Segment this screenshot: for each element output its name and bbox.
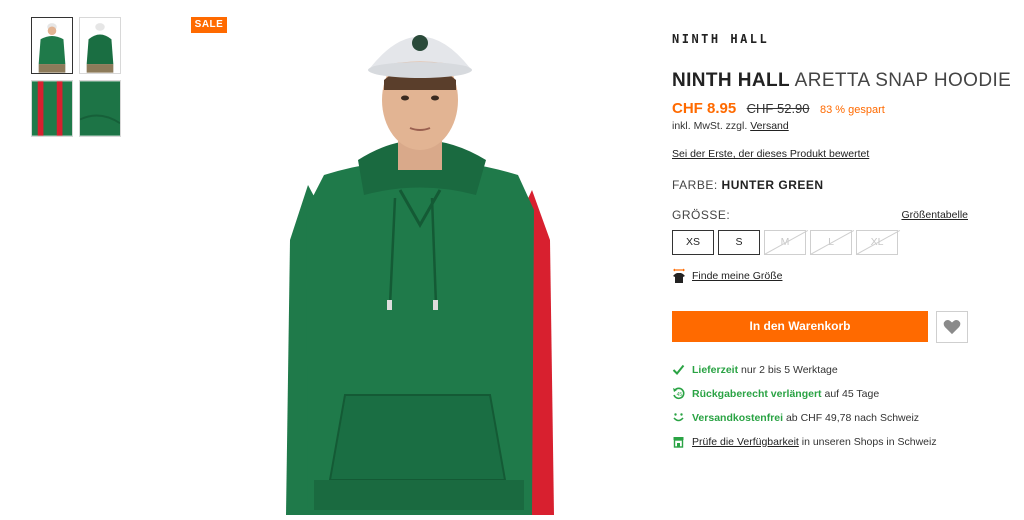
thumbnail-front-view[interactable] xyxy=(31,17,73,74)
svg-text:45: 45 xyxy=(677,392,683,398)
usp-delivery-text: nur 2 bis 5 Werktage xyxy=(741,363,838,376)
thumbnail-fabric-detail[interactable] xyxy=(79,80,121,137)
tax-note-text: inkl. MwSt. zzgl. xyxy=(672,120,748,132)
size-option-m[interactable]: M xyxy=(764,230,806,255)
brand-logo[interactable]: NINTH HALL xyxy=(672,32,769,46)
model-hoodie-illustration xyxy=(286,35,554,515)
price-original: CHF 52.90 xyxy=(746,101,810,116)
sale-badge: SALE xyxy=(191,17,227,33)
store-icon xyxy=(672,435,685,448)
shipping-link[interactable]: Versand xyxy=(750,120,789,132)
size-chart-link[interactable]: Größentabelle xyxy=(901,209,968,221)
usp-store-text: in unseren Shops in Schweiz xyxy=(801,435,937,448)
thumbnail-back-view[interactable] xyxy=(79,17,121,74)
usp-delivery-time: Lieferzeit nur 2 bis 5 Werktage xyxy=(672,363,838,376)
size-label: GRÖSSE: xyxy=(672,208,731,222)
usp-delivery-highlight: Lieferzeit xyxy=(692,363,739,376)
review-section: Sei der Erste, der dieses Produkt bewert… xyxy=(672,148,869,160)
usp-returns-text: auf 45 Tage xyxy=(824,387,880,400)
thumbnail-sleeve-detail[interactable] xyxy=(31,80,73,137)
thumbnail-front-image xyxy=(32,18,72,73)
main-product-image[interactable] xyxy=(250,10,590,520)
wishlist-button[interactable] xyxy=(936,311,968,343)
price-current: CHF 8.95 xyxy=(672,100,737,117)
smile-icon xyxy=(672,411,685,424)
thumbnail-sleeve-image xyxy=(32,81,72,136)
find-size-link[interactable]: Finde meine Größe xyxy=(672,268,782,284)
find-size-label: Finde meine Größe xyxy=(692,270,783,282)
color-selection: FARBE: HUNTER GREEN xyxy=(672,178,824,192)
heart-icon xyxy=(943,319,961,335)
usp-free-shipping-text: ab CHF 49,78 nach Schweiz xyxy=(785,411,920,424)
price-row: CHF 8.95 CHF 52.90 83 % gespart xyxy=(672,100,885,118)
color-label: FARBE: xyxy=(672,178,718,192)
product-name: ARETTA SNAP HOODIE xyxy=(794,70,1012,91)
review-link[interactable]: Sei der Erste, der dieses Produkt bewert… xyxy=(672,148,869,160)
product-brand: NINTH HALL xyxy=(672,70,790,91)
savings-label: 83 % gespart xyxy=(819,104,885,116)
product-title: NINTH HALL ARETTA SNAP HOODIE xyxy=(672,70,1011,92)
availability-link[interactable]: Prüfe die Verfügbarkeit xyxy=(692,436,799,448)
usp-returns: 45 Rückgaberecht verlängert auf 45 Tage xyxy=(672,387,879,400)
tshirt-ruler-icon xyxy=(672,268,686,284)
add-to-cart-button[interactable]: In den Warenkorb xyxy=(672,311,928,342)
usp-free-shipping-highlight: Versandkostenfrei xyxy=(692,411,784,424)
thumbnail-back-image xyxy=(80,18,120,73)
thumbnail-fabric-image xyxy=(80,81,120,136)
size-option-xs[interactable]: XS xyxy=(672,230,714,255)
usp-free-shipping: Versandkostenfrei ab CHF 49,78 nach Schw… xyxy=(672,411,919,424)
usp-store-availability: Prüfe die Verfügbarkeit in unseren Shops… xyxy=(672,435,937,448)
size-options: XS S M L XL xyxy=(672,230,898,255)
usp-returns-highlight: Rückgaberecht verlängert xyxy=(692,387,822,400)
return-icon: 45 xyxy=(672,387,685,400)
size-option-l[interactable]: L xyxy=(810,230,852,255)
tax-note: inkl. MwSt. zzgl. Versand xyxy=(672,120,789,132)
size-option-xl[interactable]: XL xyxy=(856,230,898,255)
color-value: HUNTER GREEN xyxy=(721,178,824,192)
check-icon xyxy=(672,363,685,376)
size-option-s[interactable]: S xyxy=(718,230,760,255)
